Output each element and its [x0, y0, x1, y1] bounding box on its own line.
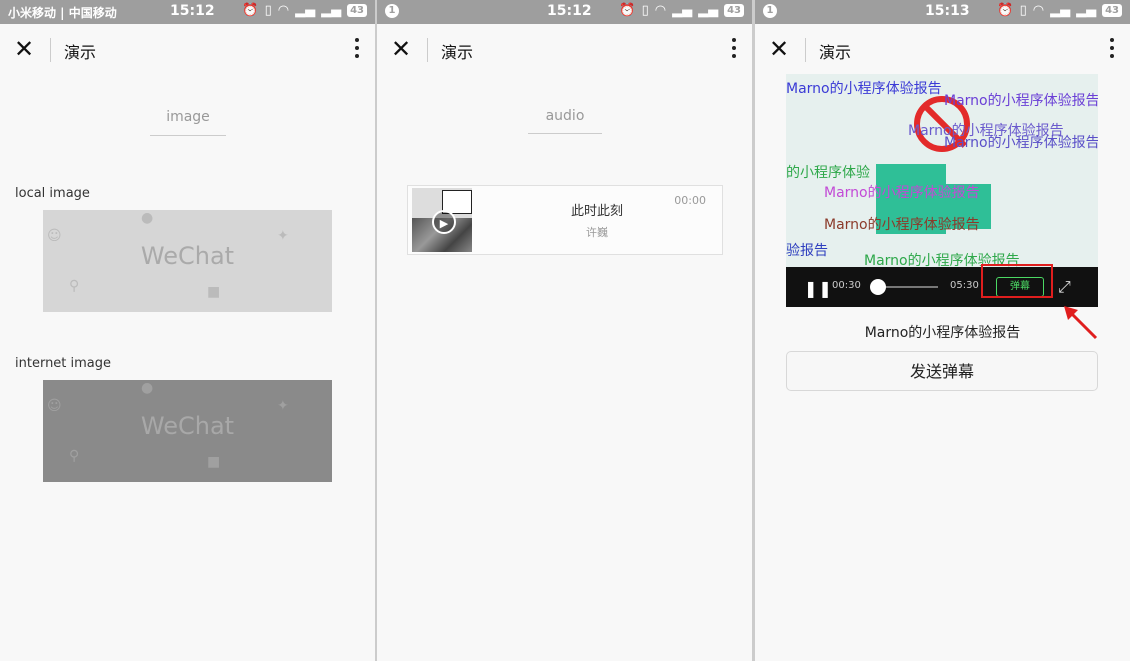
nav-bar: ✕ 演示	[0, 24, 375, 76]
nav-divider	[427, 38, 428, 62]
vibrate-icon: ▯	[641, 3, 649, 18]
alarm-icon: ⏰	[242, 3, 259, 18]
local-image-label: local image	[15, 186, 90, 201]
danmu-comment: Marno的小程序体验报告	[786, 81, 942, 97]
nav-divider	[50, 38, 51, 62]
alarm-icon: ⏰	[619, 3, 636, 18]
internet-image: ● ☺ ✦ WeChat ⚲ ■	[43, 380, 332, 482]
pause-icon[interactable]: ❚❚	[804, 279, 833, 298]
screen-image-demo: 小米移动 | 中国移动 15:12 ⏰ ▯ ◠ ▂▄ ▂▄ 43 ✕ 演示 im…	[0, 0, 375, 661]
section-underline	[150, 135, 226, 136]
audio-cover: ▶	[412, 188, 472, 252]
signal-icon: ▂▄	[672, 3, 693, 18]
vibrate-icon: ▯	[264, 3, 272, 18]
audio-author: 许巍	[586, 226, 608, 239]
internet-image-label: internet image	[15, 356, 112, 371]
nav-bar: ✕ 演示	[377, 24, 752, 76]
wifi-icon: ◠	[1032, 3, 1045, 18]
battery-icon: 43	[347, 4, 367, 17]
duration: 05:30	[950, 280, 979, 291]
wifi-icon: ◠	[654, 3, 667, 18]
status-bar: 1 15:12 ⏰ ▯ ◠ ▂▄ ▂▄ 43	[377, 0, 752, 24]
page-title: 演示	[64, 43, 97, 62]
battery-icon: 43	[724, 4, 744, 17]
video-camera-icon: ■	[207, 284, 221, 300]
signal-icon: ▂▄	[1050, 3, 1071, 18]
notification-icon: 1	[385, 4, 399, 18]
wechat-watermark: WeChat	[140, 242, 235, 270]
wifi-icon: ◠	[277, 3, 290, 18]
signal-icon: ▂▄	[321, 3, 342, 18]
more-menu-icon[interactable]	[1110, 38, 1114, 62]
nav-divider	[805, 38, 806, 62]
vibrate-icon: ▯	[1019, 3, 1027, 18]
screen-audio-demo: 1 15:12 ⏰ ▯ ◠ ▂▄ ▂▄ 43 ✕ 演示 audio ▶ 此时此刻…	[377, 0, 752, 661]
status-time: 15:12	[547, 3, 592, 19]
status-bar: 1 15:13 ⏰ ▯ ◠ ▂▄ ▂▄ 43	[755, 0, 1130, 24]
more-menu-icon[interactable]	[355, 38, 359, 62]
progress-knob[interactable]	[870, 279, 886, 295]
signal-icon: ▂▄	[295, 3, 316, 18]
video-caption: Marno的小程序体验报告	[864, 325, 1021, 341]
send-danmu-button[interactable]: 发送弹幕	[786, 351, 1098, 391]
danmu-comment: 的小程序体验	[786, 165, 870, 181]
section-title: audio	[545, 108, 585, 124]
status-icons: ⏰ ▯ ◠ ▂▄ ▂▄ 43	[619, 3, 744, 18]
fullscreen-icon[interactable]: ⤢	[1058, 277, 1071, 297]
battery-icon: 43	[1102, 4, 1122, 17]
page-title: 演示	[819, 43, 852, 62]
wechat-watermark: WeChat	[140, 412, 235, 440]
section-underline	[528, 133, 602, 134]
notification-icon: 1	[763, 4, 777, 18]
section-title: image	[166, 109, 210, 125]
alarm-icon: ⏰	[997, 3, 1014, 18]
more-menu-icon[interactable]	[732, 38, 736, 62]
carrier-label: 小米移动 | 中国移动	[8, 6, 117, 20]
danmu-comment: 验报告	[786, 243, 828, 259]
status-time: 15:13	[925, 3, 970, 19]
nav-bar: ✕ 演示	[755, 24, 1130, 76]
close-icon[interactable]: ✕	[769, 36, 789, 62]
highlight-box	[981, 264, 1053, 298]
page-title: 演示	[441, 43, 474, 62]
danmu-comment: Marno的小程序体验报告	[824, 185, 980, 201]
danmu-comment: Marno的小程序体验报告	[824, 217, 980, 233]
play-icon[interactable]: ▶	[432, 210, 456, 234]
status-icons: ⏰ ▯ ◠ ▂▄ ▂▄ 43	[997, 3, 1122, 18]
signal-icon: ▂▄	[1076, 3, 1097, 18]
current-time: 00:30	[832, 280, 861, 291]
signal-icon: ▂▄	[698, 3, 719, 18]
local-image: ● ☺ ✦ WeChat ⚲ ■	[43, 210, 332, 312]
status-icons: ⏰ ▯ ◠ ▂▄ ▂▄ 43	[242, 3, 367, 18]
search-icon: ⚲	[69, 278, 80, 294]
danmu-comment: Marno的小程序体验报告	[944, 135, 1098, 151]
audio-time: 00:00	[674, 194, 706, 207]
screen-video-demo: 1 15:13 ⏰ ▯ ◠ ▂▄ ▂▄ 43 ✕ 演示 Marno的小程序体验报…	[755, 0, 1130, 661]
close-icon[interactable]: ✕	[391, 36, 411, 62]
chat-bubble-icon: ●	[141, 210, 154, 226]
audio-player: ▶ 此时此刻 许巍 00:00	[407, 185, 723, 255]
video-camera-icon: ■	[207, 454, 221, 470]
status-bar: 小米移动 | 中国移动 15:12 ⏰ ▯ ◠ ▂▄ ▂▄ 43	[0, 0, 375, 24]
chat-bubble-icon: ●	[141, 380, 154, 396]
close-icon[interactable]: ✕	[14, 36, 34, 62]
search-icon: ⚲	[69, 448, 80, 464]
danmu-comment: Marno的小程序体验报告	[944, 93, 1098, 109]
status-time: 15:12	[170, 3, 215, 19]
